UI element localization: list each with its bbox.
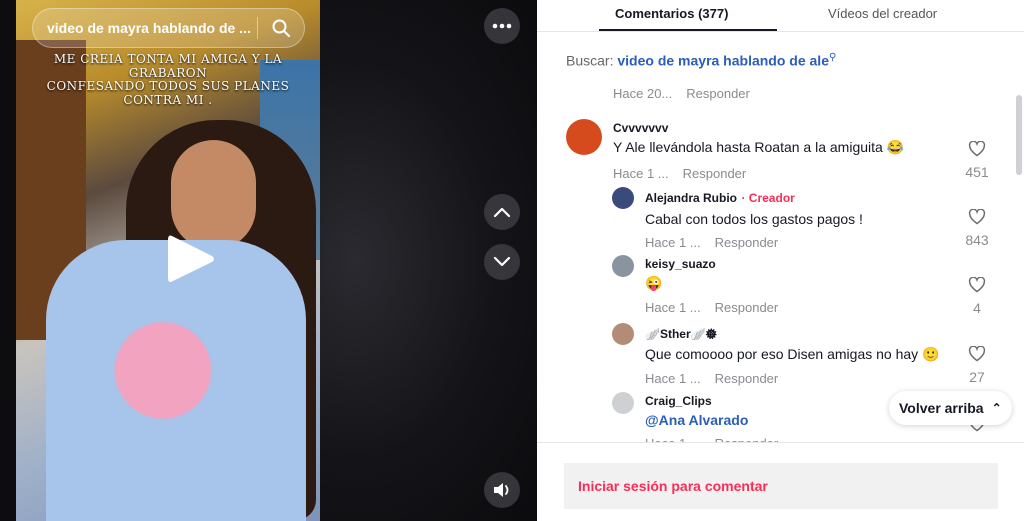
comment-meta: Hace 20... Responder xyxy=(613,86,750,101)
video-caption-line-1: ME CREIA TONTA MI AMIGA Y LA GRABARON xyxy=(53,52,283,80)
comment-time: Hace 1 ... xyxy=(645,300,701,315)
comment-meta: Hace 1 ... Responder xyxy=(645,371,955,386)
search-small-icon: ⚲ xyxy=(829,52,837,63)
tab-creator-videos[interactable]: Vídeos del creador xyxy=(828,6,937,21)
avatar[interactable] xyxy=(566,119,602,155)
double-chevron-up-icon: ⌃ xyxy=(991,401,1002,415)
reply-comment: 🪽Sther🪽𖣔 Que comoooo por eso Disen amiga… xyxy=(645,325,955,386)
comment-time: Hace 1 ... xyxy=(613,166,669,181)
comment-meta: Hace 1 ... Responder xyxy=(645,235,945,250)
more-icon xyxy=(492,23,512,29)
reply-comment: keisy_suazo 😜 Hace 1 ... Responder xyxy=(645,257,945,315)
back-to-top-button[interactable]: Volver arriba ⌃ xyxy=(889,391,1012,425)
comment: Cvvvvvvv Y Ale llevándola hasta Roatan a… xyxy=(613,121,943,181)
reply-button[interactable]: Responder xyxy=(715,300,779,315)
comment-time: Hace 20... xyxy=(613,86,673,101)
login-to-comment-label: Iniciar sesión para comentar xyxy=(578,478,768,494)
comment-username[interactable]: Alejandra Rubio xyxy=(645,191,737,205)
search-icon[interactable] xyxy=(268,18,294,38)
comment-time: Hace 1 ... xyxy=(645,235,701,250)
comment-meta: Hace 1 ... Responder xyxy=(613,166,943,181)
volume-icon xyxy=(494,483,509,497)
more-options-button[interactable] xyxy=(484,8,520,44)
heart-icon xyxy=(968,276,986,293)
search-divider xyxy=(257,17,258,39)
reply-comment: Alejandra Rubio · Creador Cabal con todo… xyxy=(645,189,945,250)
chevron-down-icon xyxy=(493,256,511,267)
video-search-bar[interactable]: video de mayra hablando de ... xyxy=(32,8,305,48)
tab-comments[interactable]: Comentarios (377) xyxy=(615,6,728,21)
panel-tabs: Comentarios (377) Vídeos del creador xyxy=(537,0,1024,32)
comment-text: Que comoooo por eso Disen amigas no hay … xyxy=(645,346,940,362)
chevron-up-icon xyxy=(493,207,511,218)
heart-icon xyxy=(968,208,986,225)
back-to-top-label: Volver arriba xyxy=(899,400,984,416)
avatar[interactable] xyxy=(612,255,634,277)
like-count: 843 xyxy=(965,232,989,248)
avatar[interactable] xyxy=(612,392,634,414)
like-button[interactable]: 27 xyxy=(957,345,997,385)
comment-username[interactable]: keisy_suazo xyxy=(645,257,945,271)
comment-username[interactable]: 🪽Sther🪽𖣔 xyxy=(645,325,955,342)
like-count: 451 xyxy=(965,164,989,180)
reply-button[interactable]: Responder xyxy=(715,235,779,250)
volume-button[interactable] xyxy=(484,472,520,508)
login-to-comment-button[interactable]: Iniciar sesión para comentar xyxy=(564,463,998,509)
video-search-text[interactable]: video de mayra hablando de ... xyxy=(33,20,257,36)
avatar[interactable] xyxy=(612,323,634,345)
like-button[interactable]: 451 xyxy=(957,140,997,180)
like-button[interactable]: 4 xyxy=(957,276,997,316)
comment-time: Hace 1 ... xyxy=(645,371,701,386)
video-player[interactable]: ME CREIA TONTA MI AMIGA Y LA GRABARON CO… xyxy=(16,0,320,521)
previous-video-button[interactable] xyxy=(484,194,520,230)
comment-meta: Hace 1 ... Responder xyxy=(645,300,945,315)
scrollbar[interactable] xyxy=(1016,95,1022,175)
video-caption-line-2: CONFESANDO TODOS SUS PLANES CONTRA MI . xyxy=(46,79,290,107)
heart-icon xyxy=(968,345,986,362)
comment-text: Y Ale llevándola hasta Roatan a la amigu… xyxy=(613,139,905,155)
comment-username[interactable]: Cvvvvvvv xyxy=(613,121,943,135)
reply-button[interactable]: Responder xyxy=(683,166,747,181)
play-icon xyxy=(168,235,214,282)
next-video-button[interactable] xyxy=(484,244,520,280)
active-tab-indicator xyxy=(599,29,777,31)
like-button[interactable]: 843 xyxy=(957,208,997,248)
reply-button[interactable]: Responder xyxy=(715,371,779,386)
like-count: 4 xyxy=(973,300,981,316)
related-search: Buscar: video de mayra hablando de ale⚲ xyxy=(566,52,836,69)
comments-panel: Comentarios (377) Vídeos del creador Bus… xyxy=(537,0,1024,521)
video-stage: ME CREIA TONTA MI AMIGA Y LA GRABARON CO… xyxy=(0,0,537,521)
heart-icon xyxy=(968,140,986,157)
comment-footer: Iniciar sesión para comentar xyxy=(537,442,1024,521)
related-search-label: Buscar: xyxy=(566,52,614,69)
related-search-link[interactable]: video de mayra hablando de ale xyxy=(617,53,829,69)
comment-text: 😜 xyxy=(645,275,663,291)
comment-text: Cabal con todos los gastos pagos ! xyxy=(645,211,863,227)
like-count: 27 xyxy=(969,369,985,385)
avatar[interactable] xyxy=(612,187,634,209)
creator-badge: · Creador xyxy=(741,191,795,205)
reply-button[interactable]: Responder xyxy=(686,86,750,101)
play-button[interactable] xyxy=(166,232,216,291)
